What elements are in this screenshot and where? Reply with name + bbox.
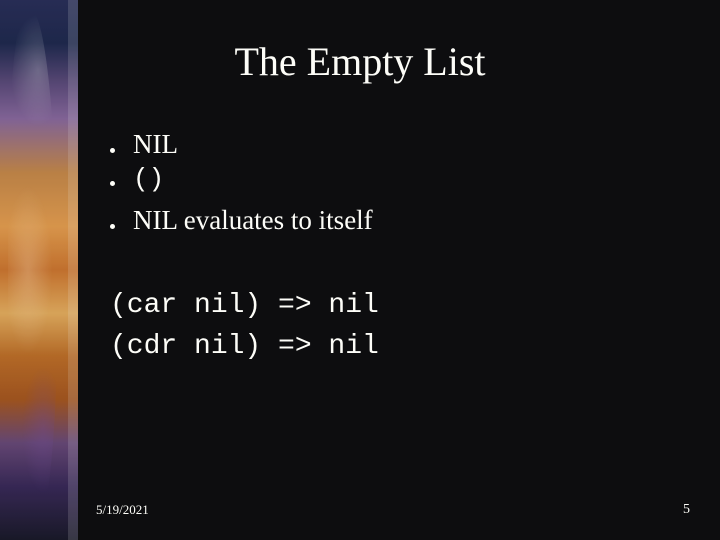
bullet-text: NIL <box>133 126 178 162</box>
slide-body: NIL () NIL evaluates to itself (car nil)… <box>110 126 670 367</box>
bullet-dot-icon <box>110 181 115 186</box>
bullet-text: () <box>133 162 164 197</box>
footer-date: 5/19/2021 <box>96 502 149 518</box>
bullet-dot-icon <box>110 148 115 153</box>
code-line: (car nil) => nil <box>110 290 379 321</box>
code-line: (cdr nil) => nil <box>110 331 379 362</box>
footer-page-number: 5 <box>683 502 690 518</box>
bullet-dot-icon <box>110 224 115 229</box>
slide-title: The Empty List <box>0 38 720 85</box>
bullet-item: NIL <box>110 126 670 162</box>
code-block: (car nil) => nil (cdr nil) => nil <box>110 286 670 367</box>
bullet-text: NIL evaluates to itself <box>133 202 373 238</box>
bullet-item: () <box>110 162 670 197</box>
bullet-item: NIL evaluates to itself <box>110 202 670 238</box>
